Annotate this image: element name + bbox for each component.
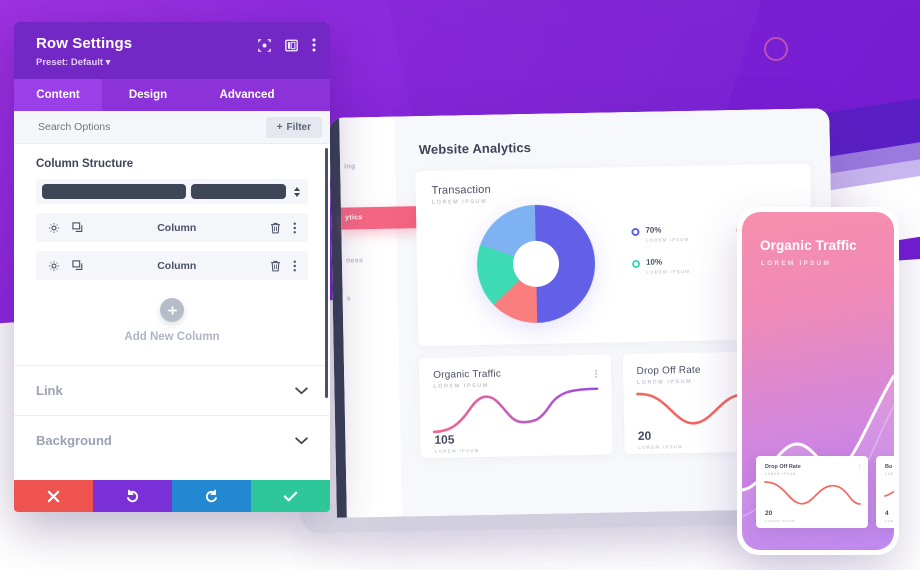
column-structure-selector[interactable] [36,179,308,204]
duplicate-icon[interactable] [72,221,84,234]
more-vertical-icon[interactable] [858,464,860,470]
tab-design[interactable]: Design [102,79,194,111]
phone-subtitle: LOREM IPSUM [761,260,832,267]
phone-card2-title: Bo [885,464,893,470]
phone-secondary-card: Bo LOREM 4 LOREM [876,456,894,528]
gear-icon[interactable] [48,222,60,234]
more-vertical-icon[interactable] [312,38,316,52]
trash-icon[interactable] [270,222,281,234]
organic-traffic-card: Organic Traffic LOREM IPSUM 105 LOREM IP… [418,354,613,459]
search-input[interactable] [36,120,230,134]
sidebar-item-2[interactable]: ness [342,256,401,264]
structure-bar-right [191,184,286,199]
accordion-link-label: Link [36,383,63,398]
tab-content[interactable]: Content [14,79,102,111]
organic-traffic-value-sub: LOREM IPSUM [434,448,480,454]
structure-bar-left [42,184,187,199]
dashboard-title: Website Analytics [418,139,532,158]
add-new-column[interactable]: Add New Column [36,298,308,343]
phone-screen: Organic Traffic LOREM IPSUM Drop Off Rat… [742,212,894,550]
more-vertical-icon[interactable] [293,222,297,234]
legend-item: 70% LOREM IPSUM [631,225,726,243]
organic-traffic-sparkline [432,387,599,434]
check-icon [283,491,298,501]
chevron-down-icon [295,386,308,394]
drop-off-rate-title: Drop Off Rate [636,364,701,377]
sidebar-item-3[interactable]: s [343,294,402,302]
add-new-column-label: Add New Column [124,331,220,343]
phone-mockup: Organic Traffic LOREM IPSUM Drop Off Rat… [737,207,899,555]
undo-button[interactable] [93,480,172,512]
plus-icon[interactable] [160,298,184,322]
phone-card2-sparkline [884,490,894,497]
redo-button[interactable] [172,480,251,512]
legend-dot-icon [631,227,640,237]
structure-stepper[interactable] [294,186,300,197]
column-structure-section: Column Structure Column Column Add New C… [14,144,330,343]
search-bar: + Filter [14,111,330,144]
column-label: Column [157,259,197,272]
undo-icon [127,489,139,502]
close-icon [47,490,60,502]
drop-off-rate-value-sub: LOREM IPSUM [638,444,684,450]
column-structure-label: Column Structure [36,158,134,170]
chevron-down-icon [295,436,308,444]
legend-value: 70% [645,225,662,235]
row-settings-panel: Row Settings Preset: Default ▾ Content D… [14,22,330,512]
table-row[interactable]: Column [36,251,308,280]
accordion-link[interactable]: Link [14,365,330,415]
accordion-background[interactable]: Background [14,415,330,465]
legend-value: 10% [645,257,663,267]
decor-circle-icon [764,37,788,61]
panel-body: Column Structure Column Column Add New C… [14,144,330,480]
phone-card2-value: 4 [885,510,889,517]
gear-icon[interactable] [48,260,60,272]
panel-header-icons [258,38,316,52]
phone-card-sparkline [764,481,861,505]
more-vertical-icon[interactable] [293,260,297,272]
more-vertical-icon[interactable] [594,367,597,378]
panel-footer [14,480,330,512]
filter-label: Filter [286,121,311,133]
phone-card2-value-sub: LOREM [885,519,894,523]
layout-columns-icon[interactable] [285,39,298,52]
column-label: Column [157,221,197,234]
table-row[interactable]: Column [36,213,308,242]
legend-item: 10% LOREM IPSUM [631,257,727,275]
drop-off-rate-value: 20 [637,428,652,443]
legend-dot-icon [631,259,641,268]
phone-title: Organic Traffic [760,238,857,253]
tab-advanced[interactable]: Advanced [194,79,300,111]
sidebar-item-0[interactable]: ing [340,163,399,171]
scrollbar[interactable] [325,148,328,398]
sidebar-item-analytics[interactable]: ytics [340,206,422,230]
phone-card-value-sub: LOREM IPSUM [765,519,795,523]
plus-icon: + [276,121,283,133]
trash-icon[interactable] [270,260,281,272]
preset-selector[interactable]: Preset: Default ▾ [36,57,314,68]
donut-chart [475,203,597,325]
redo-icon [205,489,217,502]
duplicate-icon[interactable] [72,259,84,272]
panel-tabs: Content Design Advanced [14,79,330,111]
dashboard-sidebar: ing ytics ness s [339,116,422,518]
legend-sublabel: LOREM IPSUM [646,268,691,275]
save-button[interactable] [251,480,330,512]
screenshot-stage: ing ytics ness s Website Analytics Trans… [0,0,920,570]
target-icon[interactable] [258,38,271,52]
filter-button[interactable]: + Filter [265,116,322,138]
panel-header: Row Settings Preset: Default ▾ [14,22,330,79]
accordion-background-label: Background [36,433,112,448]
phone-drop-off-card: Drop Off Rate LOREM IPSUM 20 LOREM IPSUM [756,456,868,528]
phone-card-value: 20 [765,510,773,517]
phone-card-title: Drop Off Rate [765,464,801,470]
organic-traffic-title: Organic Traffic [433,368,502,381]
legend-sublabel: LOREM IPSUM [645,236,690,243]
cancel-button[interactable] [14,480,93,512]
organic-traffic-value: 105 [434,432,455,447]
